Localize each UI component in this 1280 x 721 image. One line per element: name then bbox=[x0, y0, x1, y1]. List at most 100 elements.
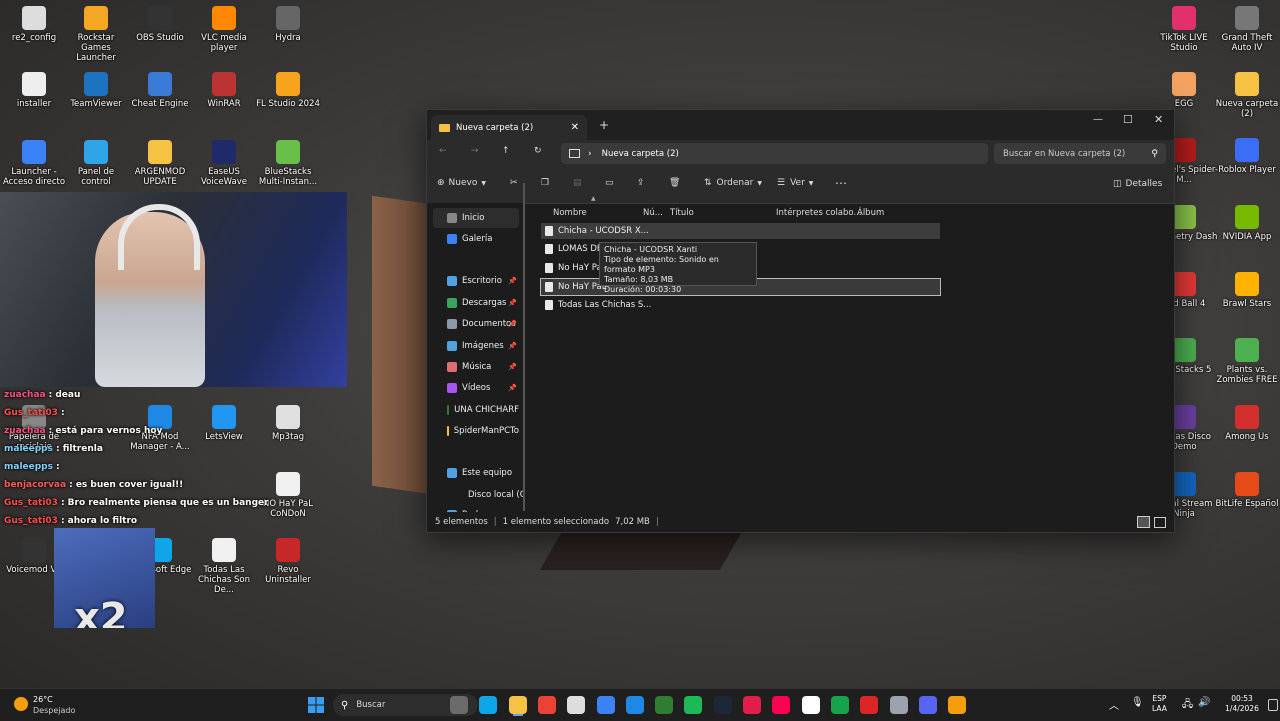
desktop-icon[interactable]: Launcher - Acceso directo bbox=[0, 140, 68, 187]
nav-item[interactable]: Inicio bbox=[433, 208, 519, 228]
language-indicator[interactable]: ESP LAA bbox=[1152, 694, 1167, 714]
taskbar-app-icon[interactable] bbox=[830, 696, 849, 714]
nav-item[interactable]: Escritorio 📌 bbox=[433, 271, 519, 291]
desktop-icon[interactable]: EGG bbox=[1150, 72, 1218, 109]
close-window-icon[interactable]: ✕ bbox=[1154, 113, 1163, 126]
desktop-icon[interactable]: BitLife Español bbox=[1213, 472, 1280, 509]
volume-icon[interactable]: 🔊 bbox=[1198, 697, 1210, 708]
refresh-icon[interactable]: ↻ bbox=[534, 146, 542, 156]
taskbar-app-icon[interactable] bbox=[860, 696, 879, 714]
rename-icon[interactable]: ▭ bbox=[605, 178, 614, 188]
desktop-icon[interactable]: EaseUS VoiceWave bbox=[190, 140, 258, 187]
column-header[interactable]: Álbum bbox=[857, 203, 884, 223]
delete-icon[interactable]: 🗑 bbox=[669, 178, 680, 188]
taskbar-app-icon[interactable] bbox=[567, 696, 586, 714]
file-row[interactable]: Todas Las Chichas S... bbox=[541, 297, 940, 313]
column-header[interactable]: Nú... bbox=[643, 203, 663, 223]
search-box[interactable]: Buscar en Nueva carpeta (2) ⚲ bbox=[994, 143, 1166, 164]
column-header[interactable]: Nombre bbox=[553, 203, 587, 223]
notification-icon[interactable] bbox=[1268, 699, 1278, 711]
taskbar-app-icon[interactable] bbox=[537, 696, 556, 714]
sort-button[interactable]: ⇅ Ordenar ▼ bbox=[704, 178, 762, 188]
taskbar-app-icon[interactable] bbox=[801, 696, 820, 714]
breadcrumb[interactable]: › Nueva carpeta (2) bbox=[561, 143, 988, 164]
desktop-icon[interactable]: Mp3tag bbox=[254, 405, 322, 442]
desktop-icon[interactable]: Brawl Stars bbox=[1213, 272, 1280, 309]
nav-item[interactable]: Este equipo bbox=[433, 463, 519, 483]
nav-item[interactable]: Descargas 📌 bbox=[433, 293, 519, 313]
new-button[interactable]: ⊕ Nuevo ▼ bbox=[437, 178, 486, 188]
desktop-icon[interactable]: Hydra bbox=[254, 6, 322, 43]
desktop-icon[interactable]: NVIDIA App bbox=[1213, 205, 1280, 242]
more-options-icon[interactable]: ⋯ bbox=[835, 176, 847, 190]
chevron-up-icon[interactable]: ︿ bbox=[1109, 697, 1119, 712]
taskbar-app-icon[interactable] bbox=[596, 696, 615, 714]
column-header[interactable]: Intérpretes colabo... bbox=[776, 203, 862, 223]
share-icon[interactable]: ⇪ bbox=[637, 178, 645, 188]
desktop-icon[interactable]: Grand Theft Auto IV bbox=[1213, 6, 1280, 53]
desktop-icon[interactable]: OBS Studio bbox=[126, 6, 194, 43]
nav-item[interactable]: Galería bbox=[433, 229, 519, 249]
tab-nueva-carpeta[interactable]: Nueva carpeta (2) ✕ bbox=[431, 115, 587, 140]
desktop-icon[interactable]: Todas Las Chichas Son De... bbox=[190, 538, 258, 595]
cut-icon[interactable]: ✂ bbox=[510, 178, 518, 188]
view-button[interactable]: ☰ Ver ▼ bbox=[777, 178, 813, 188]
taskbar-app-icon[interactable] bbox=[918, 696, 937, 714]
minimize-icon[interactable]: — bbox=[1093, 114, 1103, 125]
details-view-icon[interactable] bbox=[1137, 516, 1150, 528]
nav-scrollbar[interactable] bbox=[523, 183, 525, 511]
taskbar-app-icon[interactable] bbox=[508, 696, 527, 714]
weather-widget[interactable]: 26°C Despejado bbox=[12, 693, 82, 719]
tiles-view-icon[interactable] bbox=[1154, 516, 1166, 528]
desktop-icon[interactable]: re2_config bbox=[0, 6, 68, 43]
desktop-icon[interactable]: Rockstar Games Launcher bbox=[62, 6, 130, 63]
paste-icon[interactable]: ▤ bbox=[573, 178, 582, 188]
taskbar-app-icon[interactable] bbox=[684, 696, 703, 714]
desktop-icon[interactable]: Revo Uninstaller bbox=[254, 538, 322, 585]
nav-item[interactable]: Documentos 📌 bbox=[433, 314, 519, 334]
file-row[interactable]: Chicha - UCODSR X... bbox=[541, 223, 940, 239]
nav-item[interactable]: Vídeos 📌 bbox=[433, 378, 519, 398]
taskbar-app-icon[interactable] bbox=[743, 696, 761, 714]
breadcrumb-folder[interactable]: Nueva carpeta (2) bbox=[602, 149, 679, 159]
taskbar-app-icon[interactable] bbox=[772, 696, 791, 714]
desktop-icon[interactable]: Cheat Engine bbox=[126, 72, 194, 109]
new-tab-icon[interactable]: + bbox=[599, 118, 609, 132]
desktop-icon[interactable]: Panel de control bbox=[62, 140, 130, 187]
desktop-icon[interactable]: BlueStacks Multi-Instan... bbox=[254, 140, 322, 187]
details-button[interactable]: ◫ Detalles bbox=[1113, 179, 1162, 189]
taskbar-app-icon[interactable] bbox=[625, 696, 644, 714]
network-icon[interactable]: 🖧 bbox=[1182, 697, 1193, 714]
desktop-icon[interactable]: installer bbox=[0, 72, 68, 109]
nav-item[interactable]: SpiderManPCTo bbox=[433, 421, 519, 441]
taskbar-app-icon[interactable] bbox=[479, 696, 498, 714]
column-header[interactable]: Título bbox=[670, 203, 694, 223]
nav-item[interactable]: Música 📌 bbox=[433, 357, 519, 377]
taskbar-app-icon[interactable] bbox=[655, 696, 674, 714]
up-icon[interactable]: ↑ bbox=[502, 146, 510, 156]
desktop-icon[interactable]: Among Us bbox=[1213, 405, 1280, 442]
desktop-icon[interactable]: Nueva carpeta (2) bbox=[1213, 72, 1280, 119]
desktop-icon[interactable]: WinRAR bbox=[190, 72, 258, 109]
microphone-icon[interactable]: 🎙 bbox=[1131, 697, 1144, 708]
desktop-icon[interactable]: Plants vs. Zombies FREE bbox=[1213, 338, 1280, 385]
back-icon[interactable]: ← bbox=[439, 146, 447, 156]
nav-item[interactable]: Red bbox=[433, 505, 519, 512]
taskbar-app-icon[interactable] bbox=[450, 696, 468, 714]
taskbar-app-icon[interactable] bbox=[889, 696, 908, 714]
copy-icon[interactable]: ❐ bbox=[541, 178, 549, 188]
clock[interactable]: 00:53 1/4/2026 bbox=[1222, 694, 1262, 714]
desktop-icon[interactable]: TeamViewer bbox=[62, 72, 130, 109]
desktop-icon[interactable]: VLC media player bbox=[190, 6, 258, 53]
close-tab-icon[interactable]: ✕ bbox=[571, 122, 579, 133]
desktop-icon[interactable]: TikTok LIVE Studio bbox=[1150, 6, 1218, 53]
forward-icon[interactable]: → bbox=[471, 146, 479, 156]
nav-item[interactable]: Imágenes 📌 bbox=[433, 336, 519, 356]
taskbar-app-icon[interactable] bbox=[713, 696, 732, 714]
maximize-icon[interactable]: ☐ bbox=[1123, 113, 1133, 126]
desktop-icon[interactable]: FL Studio 2024 bbox=[254, 72, 322, 109]
nav-item[interactable]: UNA CHICHARF bbox=[433, 400, 519, 420]
taskbar-app-icon[interactable] bbox=[948, 696, 967, 714]
start-button[interactable] bbox=[308, 697, 324, 713]
nav-item[interactable]: Disco local (C: bbox=[433, 485, 523, 505]
